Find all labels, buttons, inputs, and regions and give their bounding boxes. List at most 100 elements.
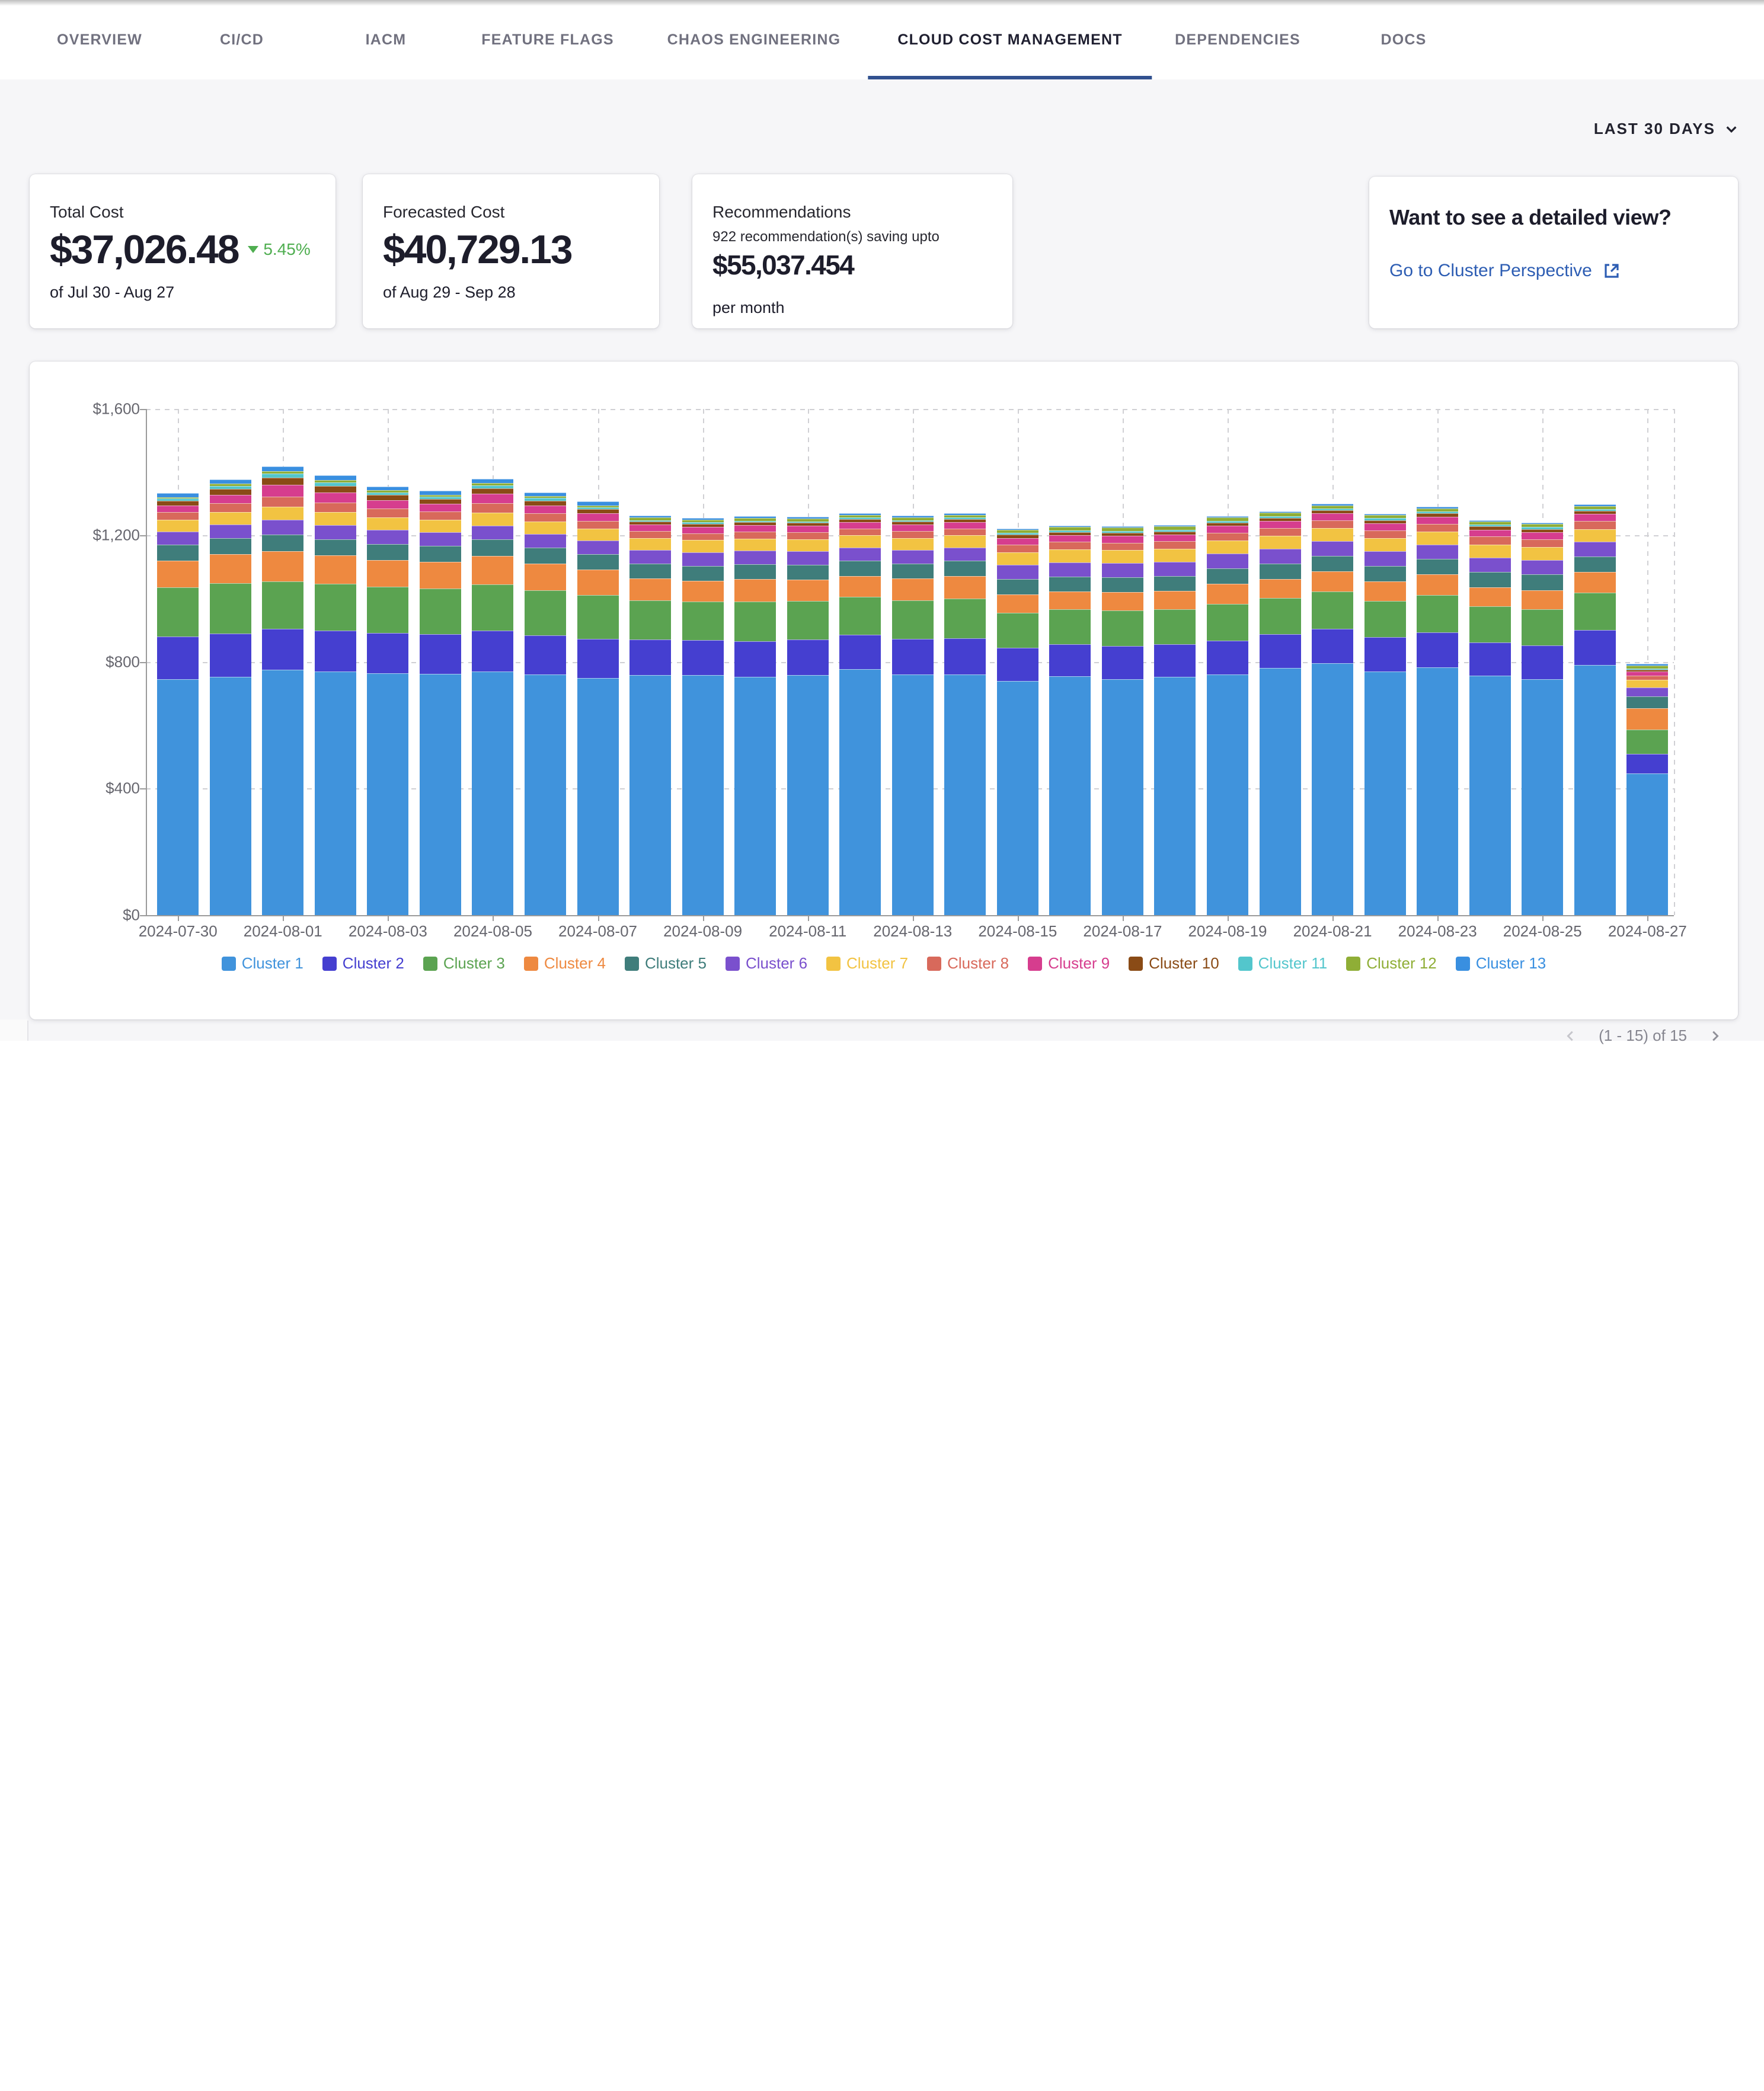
bar-segment-cluster-2[interactable]	[1417, 632, 1458, 667]
bar-segment-cluster-2[interactable]	[1364, 637, 1406, 672]
bar-segment-cluster-8[interactable]	[944, 529, 986, 536]
bar-segment-cluster-6[interactable]	[1102, 563, 1143, 577]
bar-segment-cluster-5[interactable]	[315, 539, 356, 556]
bar-segment-cluster-8[interactable]	[1102, 543, 1143, 551]
bar-segment-cluster-7[interactable]	[420, 520, 461, 532]
bar-segment-cluster-13[interactable]	[210, 479, 251, 484]
bar-segment-cluster-4[interactable]	[1626, 708, 1668, 730]
bar-segment-cluster-9[interactable]	[1312, 513, 1353, 520]
bar-segment-cluster-3[interactable]	[1626, 730, 1668, 754]
bar-segment-cluster-7[interactable]	[1154, 549, 1196, 561]
bar-segment-cluster-9[interactable]	[262, 485, 303, 496]
tab-cloud-cost-management[interactable]: CLOUD COST MANAGEMENT	[868, 0, 1152, 79]
tab-ci-cd[interactable]: CI/CD	[190, 0, 293, 79]
bar-segment-cluster-4[interactable]	[1154, 591, 1196, 609]
bar-segment-cluster-3[interactable]	[1469, 606, 1511, 642]
bar-segment-cluster-3[interactable]	[577, 595, 619, 640]
bar-segment-cluster-9[interactable]	[1260, 521, 1301, 528]
bar-segment-cluster-7[interactable]	[1417, 532, 1458, 545]
legend-item-cluster-3[interactable]: Cluster 3	[423, 954, 505, 973]
bar-segment-cluster-6[interactable]	[472, 526, 513, 539]
bar-segment-cluster-5[interactable]	[577, 554, 619, 570]
bar-segment-cluster-8[interactable]	[629, 531, 671, 538]
bar-segment-cluster-4[interactable]	[420, 562, 461, 589]
bar-segment-cluster-2[interactable]	[1574, 630, 1616, 665]
bar-segment-cluster-9[interactable]	[420, 504, 461, 511]
bar-segment-cluster-7[interactable]	[262, 507, 303, 520]
bar-segment-cluster-4[interactable]	[210, 554, 251, 583]
bar-segment-cluster-1[interactable]	[629, 675, 671, 915]
bar-segment-cluster-7[interactable]	[1260, 536, 1301, 549]
bar-segment-cluster-6[interactable]	[420, 532, 461, 546]
bar-segment-cluster-5[interactable]	[629, 564, 671, 578]
bar-segment-cluster-9[interactable]	[577, 513, 619, 520]
stacked-bar-2024-08-06[interactable]	[525, 493, 566, 915]
stacked-bar-2024-08-15[interactable]	[997, 529, 1038, 915]
bar-segment-cluster-3[interactable]	[1522, 609, 1563, 645]
stacked-bar-2024-08-18[interactable]	[1154, 525, 1196, 915]
stacked-bar-2024-08-05[interactable]	[472, 479, 513, 915]
bar-segment-cluster-7[interactable]	[1364, 538, 1406, 551]
bar-segment-cluster-3[interactable]	[472, 584, 513, 631]
bar-segment-cluster-7[interactable]	[997, 552, 1038, 565]
bar-segment-cluster-13[interactable]	[367, 487, 408, 491]
bar-segment-cluster-9[interactable]	[892, 525, 934, 531]
bar-segment-cluster-8[interactable]	[734, 532, 776, 539]
bar-segment-cluster-1[interactable]	[472, 672, 513, 915]
bar-segment-cluster-9[interactable]	[1154, 535, 1196, 541]
bar-segment-cluster-7[interactable]	[1626, 680, 1668, 688]
bar-segment-cluster-9[interactable]	[210, 495, 251, 503]
stacked-bar-2024-08-12[interactable]	[839, 513, 881, 915]
stacked-bar-2024-08-01[interactable]	[262, 466, 303, 915]
stacked-bar-2024-08-08[interactable]	[629, 516, 671, 915]
bar-segment-cluster-6[interactable]	[157, 532, 199, 544]
bar-segment-cluster-3[interactable]	[734, 602, 776, 641]
stacked-bar-2024-08-24[interactable]	[1469, 520, 1511, 915]
legend-item-cluster-13[interactable]: Cluster 13	[1456, 954, 1546, 973]
bar-segment-cluster-7[interactable]	[577, 529, 619, 541]
bar-segment-cluster-6[interactable]	[629, 550, 671, 564]
bar-segment-cluster-3[interactable]	[1312, 592, 1353, 628]
bar-segment-cluster-8[interactable]	[157, 512, 199, 520]
bar-segment-cluster-8[interactable]	[420, 511, 461, 520]
bar-segment-cluster-3[interactable]	[997, 613, 1038, 648]
bar-segment-cluster-1[interactable]	[944, 674, 986, 915]
bar-segment-cluster-6[interactable]	[787, 551, 829, 565]
bar-segment-cluster-7[interactable]	[734, 539, 776, 551]
bar-segment-cluster-2[interactable]	[157, 637, 199, 679]
bar-segment-cluster-10[interactable]	[577, 509, 619, 513]
bar-segment-cluster-5[interactable]	[997, 579, 1038, 594]
stacked-bar-2024-08-16[interactable]	[1049, 526, 1091, 915]
bar-segment-cluster-6[interactable]	[577, 541, 619, 554]
bar-segment-cluster-5[interactable]	[367, 544, 408, 560]
bar-segment-cluster-2[interactable]	[997, 648, 1038, 681]
bar-segment-cluster-9[interactable]	[367, 500, 408, 509]
bar-segment-cluster-1[interactable]	[1522, 679, 1563, 915]
bar-segment-cluster-9[interactable]	[1207, 526, 1248, 533]
legend-item-cluster-5[interactable]: Cluster 5	[625, 954, 707, 973]
bar-segment-cluster-10[interactable]	[525, 501, 566, 506]
bar-segment-cluster-2[interactable]	[1522, 645, 1563, 679]
legend-item-cluster-11[interactable]: Cluster 11	[1238, 954, 1328, 973]
bar-segment-cluster-4[interactable]	[1522, 590, 1563, 610]
bar-segment-cluster-3[interactable]	[1364, 601, 1406, 637]
bar-segment-cluster-9[interactable]	[839, 522, 881, 529]
bar-segment-cluster-2[interactable]	[1469, 642, 1511, 676]
bar-segment-cluster-5[interactable]	[734, 564, 776, 579]
bar-segment-cluster-5[interactable]	[262, 535, 303, 551]
bar-segment-cluster-6[interactable]	[892, 550, 934, 564]
bar-segment-cluster-13[interactable]	[472, 479, 513, 483]
bar-segment-cluster-8[interactable]	[210, 503, 251, 512]
bar-segment-cluster-6[interactable]	[682, 552, 724, 566]
legend-item-cluster-10[interactable]: Cluster 10	[1129, 954, 1219, 973]
bar-segment-cluster-10[interactable]	[367, 495, 408, 500]
bar-segment-cluster-8[interactable]	[1312, 520, 1353, 528]
bar-segment-cluster-3[interactable]	[157, 587, 199, 637]
bar-segment-cluster-7[interactable]	[944, 535, 986, 547]
bar-segment-cluster-7[interactable]	[787, 539, 829, 551]
bar-segment-cluster-6[interactable]	[997, 565, 1038, 579]
bar-segment-cluster-5[interactable]	[1154, 576, 1196, 592]
bar-segment-cluster-6[interactable]	[1312, 541, 1353, 556]
bar-segment-cluster-2[interactable]	[734, 641, 776, 677]
bar-segment-cluster-9[interactable]	[525, 506, 566, 513]
